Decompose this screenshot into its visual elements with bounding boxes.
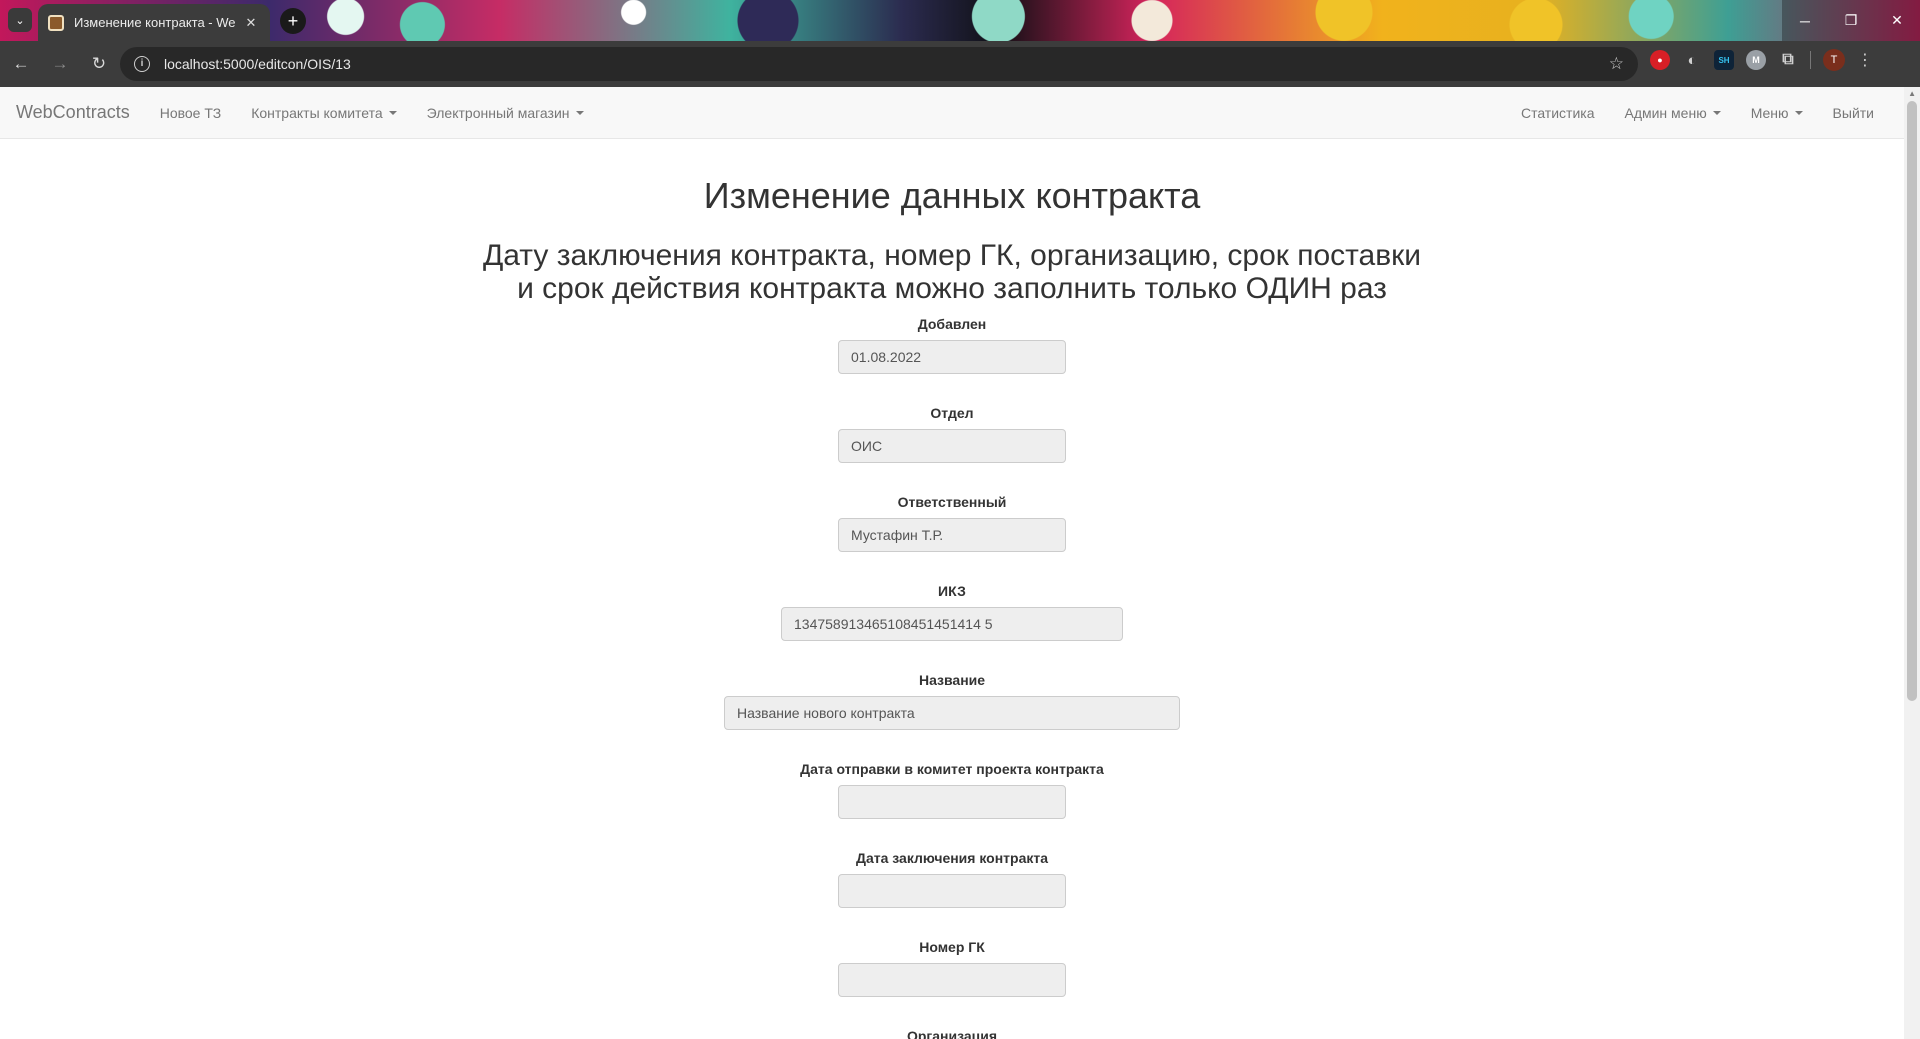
label-added: Добавлен [917,316,987,332]
scroll-thumb[interactable] [1907,101,1917,701]
arrow-right-icon: → [51,54,69,73]
label-responsible: Ответственный [897,494,1007,510]
arrow-left-icon: ← [12,54,30,73]
label-name: Название [918,672,986,688]
page-title: Изменение данных контракта [703,175,1201,216]
site-info-icon[interactable]: i [134,56,150,72]
responsible-field[interactable]: Мустафин Т.Р. [838,518,1066,552]
bookmark-star-icon[interactable]: ☆ [1609,54,1624,74]
caret-down-icon [1794,111,1803,115]
back-button[interactable]: ← [3,46,39,82]
label-gk-number: Номер ГК [919,939,985,955]
minimize-button[interactable]: ─ [1782,0,1828,41]
contract-name-field[interactable]: Название нового контракта [724,696,1180,730]
label-conclusion-date: Дата заключения контракта [855,850,1049,866]
label-organization: Организация [906,1028,998,1039]
reload-button[interactable]: ↻ [81,46,117,82]
nav-statistics[interactable]: Статистика [1521,105,1595,121]
scroll-up-icon[interactable]: ▲ [1908,89,1916,98]
address-bar[interactable]: i localhost:5000/editcon/OIS/13 ☆ [120,47,1638,81]
nav-menu[interactable]: Меню [1751,105,1803,121]
page-subtitle: Дату заключения контракта, номер ГК, орг… [0,239,1904,305]
extension-sh-icon[interactable]: SH [1714,50,1734,70]
profile-avatar[interactable]: T [1823,49,1845,71]
url-text: localhost:5000/editcon/OIS/13 [164,56,351,72]
ikz-field[interactable]: 134758913465108451451414 5 [781,607,1123,641]
page-scrollbar[interactable]: ▲ [1904,87,1920,1039]
browser-toolbar: ← → ↻ i localhost:5000/editcon/OIS/13 ☆ … [0,41,1920,87]
nav-logout[interactable]: Выйти [1833,105,1874,121]
subtitle-line-1: Дату заключения контракта, номер ГК, орг… [482,239,1422,272]
nav-admin-menu[interactable]: Админ меню [1624,105,1721,121]
tab-title: Изменение контракта - WebC [74,15,236,30]
department-field[interactable]: ОИС [838,429,1066,463]
extensions-area: ● ◐ SH M ⧉ T ⋮ [1650,49,1873,71]
toolbar-separator [1810,51,1811,69]
nav-label: Админ меню [1624,105,1707,121]
label-department: Отдел [930,405,974,421]
nav-label: Меню [1750,105,1789,121]
close-window-button[interactable]: ✕ [1874,0,1920,41]
nav-new-tz[interactable]: Новое ТЗ [160,105,222,121]
page-viewport: WebContracts Новое ТЗ Контракты комитета… [0,87,1920,1039]
extension-puzzle-piece-icon[interactable]: ◐ [1682,50,1702,70]
caret-down-icon [575,110,584,115]
added-date-field[interactable]: 01.08.2022 [838,340,1066,374]
reload-icon: ↻ [91,54,107,73]
restore-button[interactable]: ❐ [1828,0,1874,41]
sent-to-committee-date-field[interactable] [838,785,1066,819]
label-sent-date: Дата отправки в комитет проекта контракт… [800,761,1104,777]
conclusion-date-field[interactable] [838,874,1066,908]
nav-committee-contracts[interactable]: Контракты комитета [251,104,397,121]
tab-strip: ⌄ Изменение контракта - WebC ✕ + ─ ❐ ✕ [0,0,1920,41]
browser-menu-icon[interactable]: ⋮ [1857,50,1873,70]
new-tab-button[interactable]: + [280,8,306,34]
active-tab[interactable]: Изменение контракта - WebC ✕ [38,4,270,41]
extension-m-icon[interactable]: M [1746,50,1766,70]
caret-down-icon [1712,111,1721,115]
nav-label: Статистика [1520,105,1595,121]
window-controls: ─ ❐ ✕ [1782,0,1920,41]
nav-e-shop[interactable]: Электронный магазин [427,105,584,121]
gk-number-field[interactable] [838,963,1066,997]
navbar-right: Статистика Админ меню Меню Выйти [1491,87,1874,139]
caret-down-icon [388,110,397,115]
favicon-icon [48,14,64,31]
nav-label: Электронный магазин [426,104,570,121]
nav-label: Новое ТЗ [159,104,222,121]
subtitle-line-2: и срок действия контракта можно заполнит… [517,272,1387,305]
site-navbar: WebContracts Новое ТЗ Контракты комитета… [0,87,1904,139]
close-tab-icon[interactable]: ✕ [242,15,260,31]
extension-red-icon[interactable]: ● [1650,50,1670,70]
nav-label: Контракты комитета [251,104,383,121]
extensions-menu-icon[interactable]: ⧉ [1778,50,1798,70]
label-ikz: ИКЗ [938,583,966,599]
nav-label: Выйти [1832,105,1874,121]
tab-search-button[interactable]: ⌄ [8,8,32,32]
brand-link[interactable]: WebContracts [16,102,130,123]
forward-button[interactable]: → [42,46,78,82]
